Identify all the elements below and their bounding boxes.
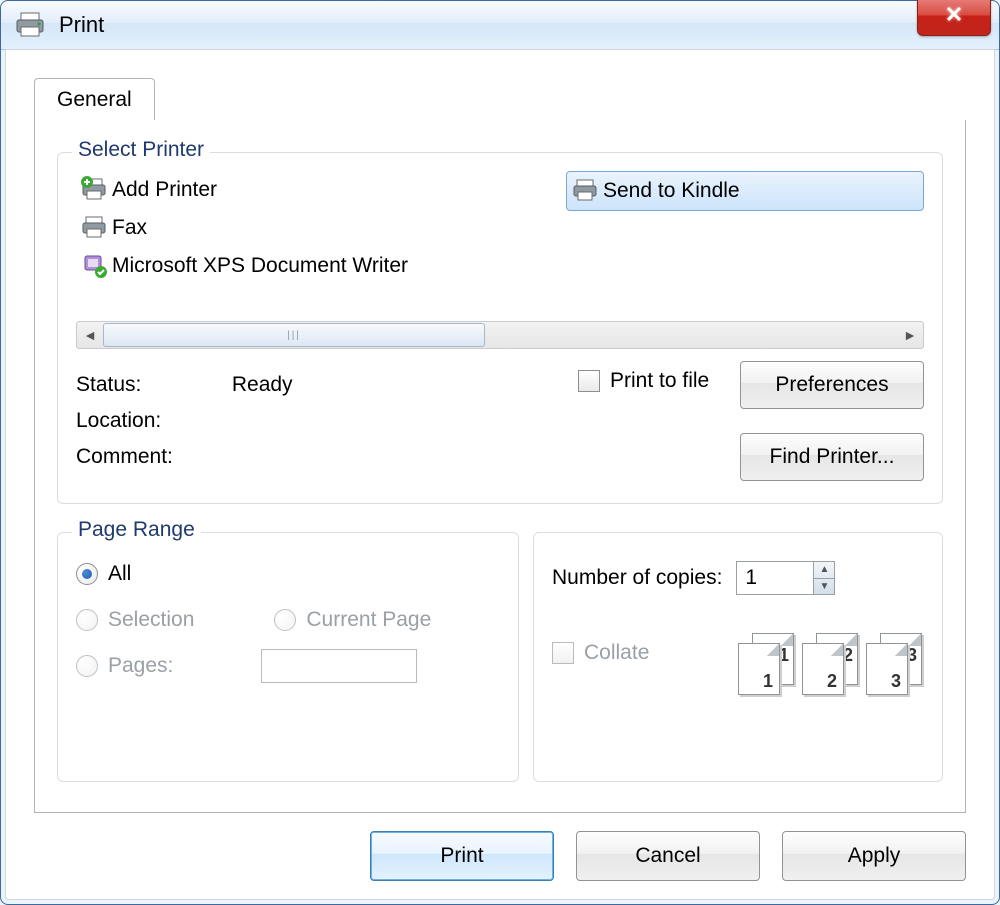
xps-printer-icon: [78, 252, 112, 280]
printer-item-xps[interactable]: Microsoft XPS Document Writer: [76, 247, 566, 285]
collate-label: Collate: [584, 641, 649, 665]
radio-icon: [274, 609, 296, 631]
radio-selection: Selection: [108, 608, 194, 632]
print-to-file-label: Print to file: [610, 369, 709, 393]
page-icon: 2: [802, 643, 844, 695]
kindle-printer-icon: [569, 177, 603, 205]
button-label: Apply: [848, 844, 901, 868]
fax-printer-icon: [78, 214, 112, 242]
add-printer-icon: [78, 176, 112, 204]
printer-list-hscrollbar[interactable]: ◄ ||| ►: [76, 321, 924, 349]
button-label: Print: [440, 844, 483, 868]
printer-label: Microsoft XPS Document Writer: [112, 254, 408, 278]
radio-icon: [76, 563, 98, 585]
status-value: Ready: [232, 373, 293, 396]
printer-label: Add Printer: [112, 178, 217, 202]
window-title: Print: [59, 12, 104, 38]
button-label: Find Printer...: [770, 445, 895, 469]
scroll-left-arrow-icon[interactable]: ◄: [77, 322, 103, 348]
collate-illustration: 1 1 2 2 3 3: [738, 633, 924, 693]
close-x-icon: ✕: [918, 0, 990, 31]
printer-item-fax[interactable]: Fax: [76, 209, 566, 247]
titlebar[interactable]: Print ✕: [1, 1, 999, 50]
print-button[interactable]: Print: [370, 831, 554, 881]
printer-label: Send to Kindle: [603, 179, 740, 203]
spin-down-icon[interactable]: ▼: [814, 579, 834, 595]
copies-spinner[interactable]: ▲ ▼: [736, 561, 835, 595]
printer-label: Fax: [112, 216, 147, 240]
copies-input[interactable]: [737, 562, 813, 594]
collate-checkbox[interactable]: Collate: [552, 641, 649, 665]
print-to-file-checkbox[interactable]: Print to file: [578, 369, 709, 393]
close-button[interactable]: ✕: [917, 0, 991, 36]
printer-icon: [15, 11, 45, 39]
comment-label: Comment:: [76, 439, 226, 475]
scroll-track[interactable]: |||: [103, 322, 897, 348]
pages-input[interactable]: [261, 649, 417, 683]
preferences-button[interactable]: Preferences: [740, 361, 924, 409]
radio-current-page: Current Page: [306, 608, 431, 632]
radio-label: All: [108, 562, 131, 586]
dialog-button-row: Print Cancel Apply: [370, 831, 966, 881]
radio-icon: [76, 609, 98, 631]
printer-status-grid: Status: Ready Location: Comment:: [76, 367, 293, 475]
apply-button[interactable]: Apply: [782, 831, 966, 881]
page-icon: 1: [738, 643, 780, 695]
location-label: Location:: [76, 403, 226, 439]
tab-general[interactable]: General: [34, 78, 155, 122]
tab-page-general: Select Printer: [34, 120, 966, 813]
button-label: Cancel: [635, 844, 700, 868]
spin-up-icon[interactable]: ▲: [814, 562, 834, 579]
scroll-thumb[interactable]: |||: [103, 323, 485, 347]
client-area: General Select Printer: [5, 49, 995, 900]
legend-select-printer: Select Printer: [72, 138, 210, 162]
button-label: Preferences: [775, 373, 888, 397]
tab-label: General: [57, 88, 132, 111]
find-printer-button[interactable]: Find Printer...: [740, 433, 924, 481]
printer-item-send-to-kindle[interactable]: Send to Kindle: [566, 171, 924, 211]
scroll-right-arrow-icon[interactable]: ►: [897, 322, 923, 348]
radio-all[interactable]: All: [58, 551, 518, 597]
printer-list[interactable]: Add Printer Fax: [76, 171, 924, 301]
print-dialog-window: Print ✕ General Select Printer: [0, 0, 1000, 905]
cancel-button[interactable]: Cancel: [576, 831, 760, 881]
legend-page-range: Page Range: [72, 518, 201, 542]
tab-strip: General: [34, 78, 966, 121]
checkbox-icon: [552, 642, 574, 664]
group-page-range: Page Range All Selection Current Page Pa…: [57, 532, 519, 782]
radio-icon: [76, 655, 98, 677]
copies-label: Number of copies:: [552, 566, 722, 590]
page-icon: 3: [866, 643, 908, 695]
group-select-printer: Select Printer: [57, 152, 943, 504]
status-label: Status:: [76, 367, 226, 403]
printer-item-add-printer[interactable]: Add Printer: [76, 171, 566, 209]
group-copies: Number of copies: ▲ ▼ Collate 1: [533, 532, 943, 782]
radio-pages: Pages:: [108, 654, 173, 678]
checkbox-icon: [578, 370, 600, 392]
